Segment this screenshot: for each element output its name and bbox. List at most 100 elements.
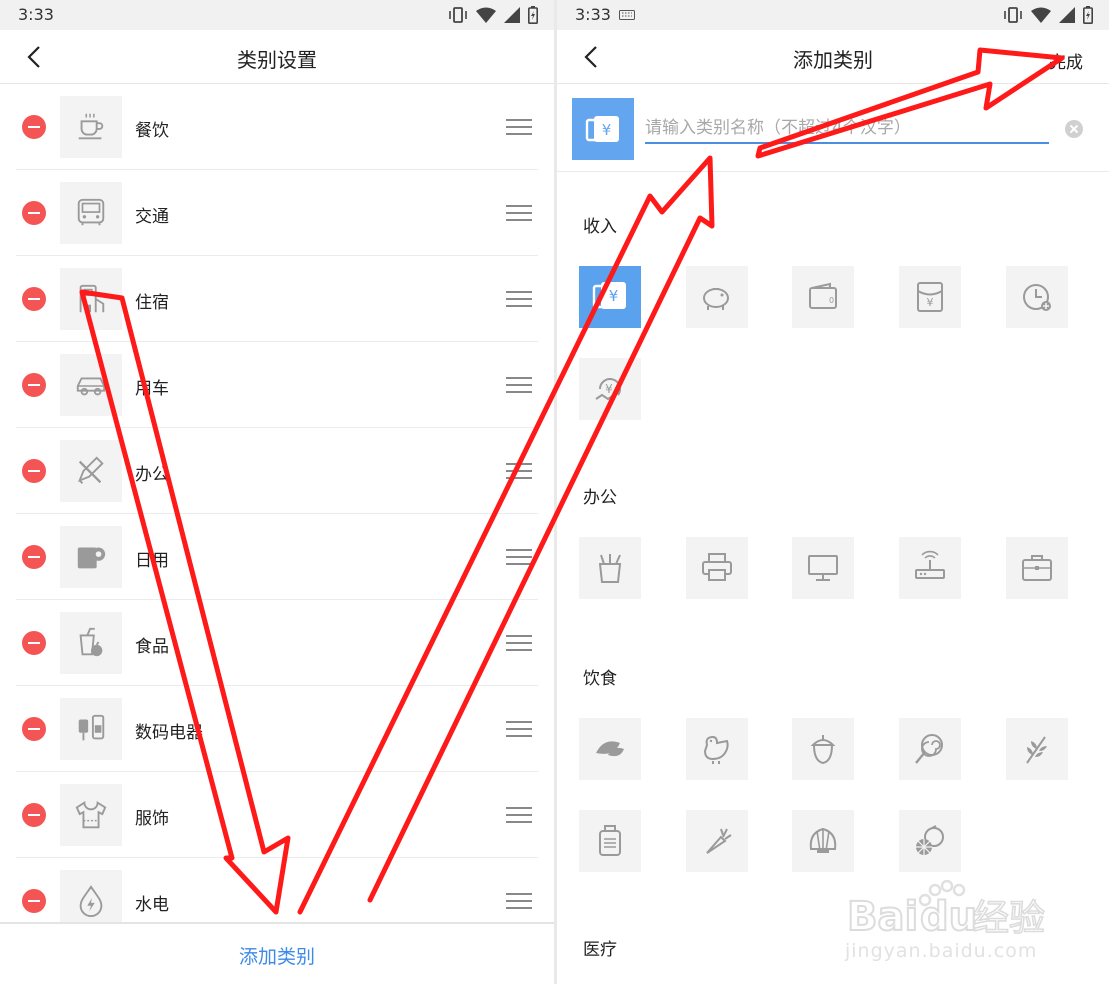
svg-text:du: du: [920, 894, 977, 938]
icon-option[interactable]: ¥: [579, 266, 641, 328]
category-icon-tile: [60, 698, 122, 760]
category-row: 日用: [0, 514, 554, 600]
devices-icon: [78, 714, 105, 741]
icon-option[interactable]: [1006, 266, 1068, 328]
delete-category-button[interactable]: [22, 889, 46, 913]
pencil-ruler-icon: [77, 456, 104, 484]
icon-option[interactable]: [686, 266, 748, 328]
category-settings-screen: 3:33 类别设置 餐饮 交通 住宿 用车 办公 日用 食品 数码电器 服饰 水电 添加类别: [0, 0, 554, 984]
category-icon-tile: [60, 440, 122, 502]
pen-holder-icon: [598, 554, 622, 583]
delete-category-button[interactable]: [22, 373, 46, 397]
icon-option[interactable]: [899, 718, 961, 780]
icon-option[interactable]: ¥: [899, 266, 961, 328]
selected-category-icon: ¥: [572, 98, 634, 160]
category-label: 住宿: [135, 293, 169, 313]
drag-handle-icon[interactable]: [506, 549, 532, 565]
clear-input-button[interactable]: [1065, 120, 1083, 138]
delete-category-button[interactable]: [22, 115, 46, 139]
briefcase-icon: [1022, 555, 1052, 581]
svg-text:¥: ¥: [609, 287, 619, 305]
category-row: 用车: [0, 342, 554, 428]
icon-option[interactable]: 0: [792, 266, 854, 328]
watermark-url: jingyan.baidu.com: [845, 940, 1038, 962]
carrot-icon: [706, 828, 732, 854]
category-label: 日用: [135, 551, 169, 571]
drag-handle-icon[interactable]: [506, 807, 532, 823]
delete-category-button[interactable]: [22, 631, 46, 655]
drag-handle-icon[interactable]: [506, 205, 532, 221]
delete-category-button[interactable]: [22, 803, 46, 827]
icon-option[interactable]: [1006, 718, 1068, 780]
category-icon-tile: [60, 268, 122, 330]
category-label: 水电: [135, 895, 169, 915]
icon-option[interactable]: [686, 718, 748, 780]
icon-option[interactable]: [899, 810, 961, 872]
status-bar: 3:33: [557, 0, 1109, 30]
purse-icon: 0: [809, 282, 837, 309]
vibrate-icon: [449, 7, 467, 23]
clock-plus-icon: [1023, 284, 1051, 311]
category-name-input[interactable]: [645, 114, 1049, 144]
category-label: 数码电器: [135, 723, 203, 743]
router-icon: [915, 550, 945, 579]
drink-apple-icon: [79, 627, 103, 657]
drag-handle-icon[interactable]: [506, 377, 532, 393]
icon-option[interactable]: [686, 537, 748, 599]
bottle-icon: [599, 825, 621, 856]
nav-bar: 添加类别 完成: [557, 30, 1109, 84]
drag-handle-icon[interactable]: [506, 119, 532, 135]
icon-option[interactable]: [792, 810, 854, 872]
battery-icon: [528, 6, 538, 24]
delete-category-button[interactable]: [22, 459, 46, 483]
drag-handle-icon[interactable]: [506, 893, 532, 909]
wifi-icon: [476, 7, 496, 23]
icon-option[interactable]: ¥: [579, 358, 641, 420]
icon-option[interactable]: [899, 537, 961, 599]
acorn-icon: [810, 735, 836, 765]
piggy-bank-icon: [703, 288, 729, 310]
done-button[interactable]: 完成: [1049, 48, 1083, 73]
add-category-button[interactable]: 添加类别: [239, 942, 315, 969]
icon-option[interactable]: [686, 810, 748, 872]
orange-icon: [916, 825, 944, 855]
category-row: 交通: [0, 170, 554, 256]
delete-category-button[interactable]: [22, 717, 46, 741]
category-icon-tile: [60, 612, 122, 674]
icon-option[interactable]: [792, 537, 854, 599]
icon-option[interactable]: [579, 718, 641, 780]
delete-category-button[interactable]: [22, 201, 46, 225]
svg-text:0: 0: [829, 296, 834, 305]
hotel-icon: [79, 284, 105, 313]
drag-handle-icon[interactable]: [506, 291, 532, 307]
section-title: 办公: [583, 488, 617, 508]
icon-option[interactable]: [792, 718, 854, 780]
tshirt-icon: [75, 801, 107, 829]
vibrate-icon: [1004, 7, 1022, 23]
signal-icon: [1059, 7, 1075, 23]
icon-option[interactable]: [579, 810, 641, 872]
section-title: 饮食: [583, 669, 617, 689]
category-label: 交通: [135, 207, 169, 227]
drag-handle-icon[interactable]: [506, 721, 532, 737]
icon-option[interactable]: [579, 537, 641, 599]
signal-icon: [504, 7, 520, 23]
category-label: 服饰: [135, 809, 169, 829]
svg-text:¥: ¥: [605, 382, 613, 396]
add-category-screen: 3:33 添加类别 完成 ¥ 收入 ¥0 ¥ ¥ 办公饮食医疗: [557, 0, 1109, 984]
category-row: 餐饮: [0, 84, 554, 170]
category-list: 餐饮 交通 住宿 用车 办公 日用 食品 数码电器 服饰 水电: [0, 84, 554, 944]
shell-icon: [809, 827, 837, 853]
drag-handle-icon[interactable]: [506, 463, 532, 479]
category-label: 食品: [135, 637, 169, 657]
status-icons: [448, 6, 538, 24]
red-envelope-icon: ¥: [917, 282, 943, 312]
tissue-roll-icon: [77, 547, 106, 569]
drag-handle-icon[interactable]: [506, 635, 532, 651]
delete-category-button[interactable]: [22, 287, 46, 311]
delete-category-button[interactable]: [22, 545, 46, 569]
icon-option[interactable]: [1006, 537, 1068, 599]
wallet-yen-icon: ¥: [585, 116, 619, 142]
category-icon-tile: [60, 354, 122, 416]
category-icon-tile: [60, 182, 122, 244]
